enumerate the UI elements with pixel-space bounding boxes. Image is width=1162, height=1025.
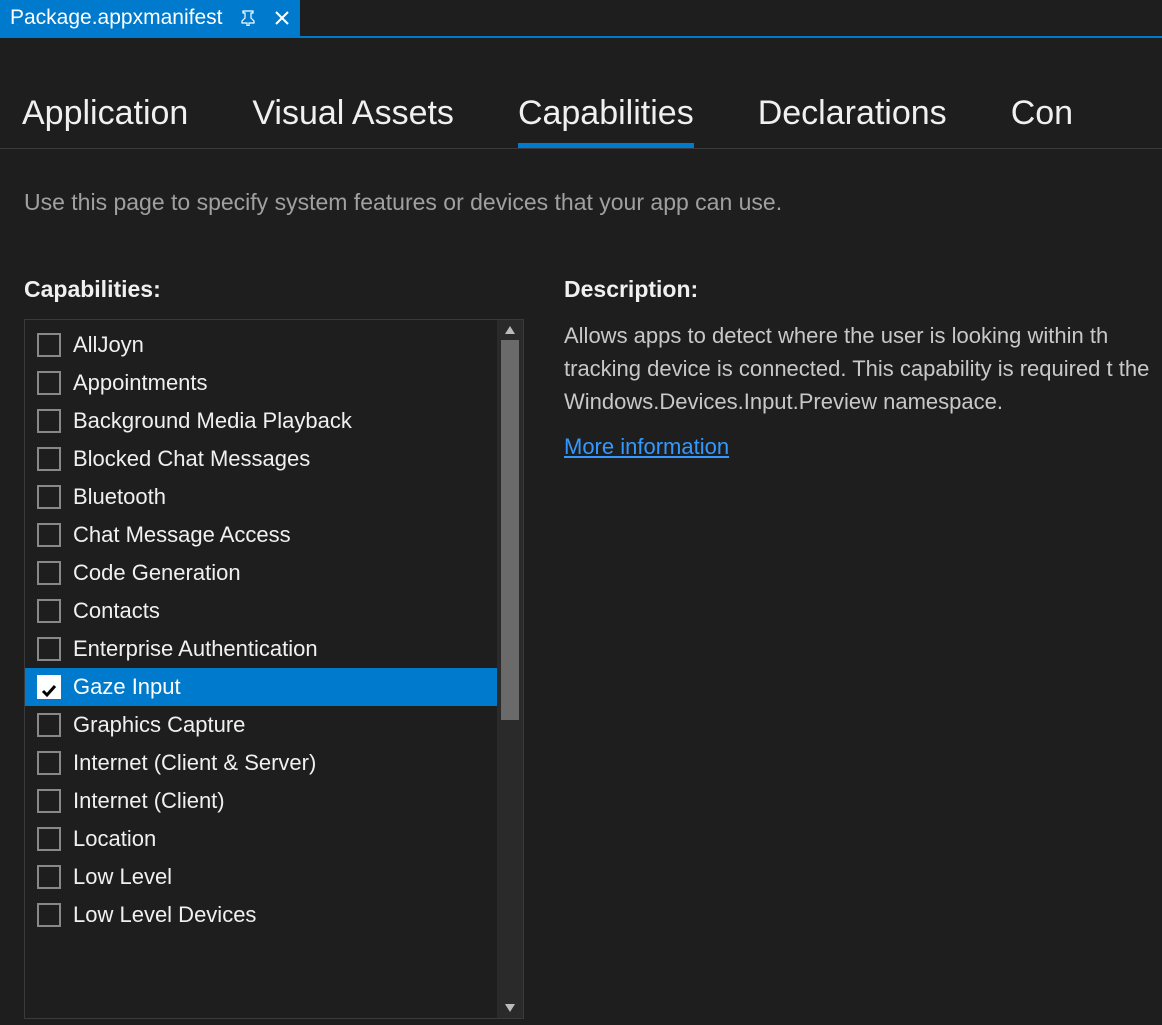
document-tab-title: Package.appxmanifest [10, 6, 222, 30]
capability-label: Background Media Playback [73, 408, 352, 434]
capability-item[interactable]: Contacts [25, 592, 523, 630]
capability-label: Blocked Chat Messages [73, 446, 310, 472]
capability-label: Graphics Capture [73, 712, 245, 738]
manifest-nav-tabs: Application Visual Assets Capabilities D… [0, 38, 1162, 149]
capability-label: Chat Message Access [73, 522, 291, 548]
capability-item[interactable]: Low Level Devices [25, 896, 523, 934]
capabilities-header: Capabilities: [24, 276, 524, 303]
capability-item[interactable]: Low Level [25, 858, 523, 896]
capability-item[interactable]: AllJoyn [25, 326, 523, 364]
scroll-up-arrow[interactable] [497, 320, 523, 340]
capability-label: Location [73, 826, 156, 852]
capability-checkbox[interactable] [37, 637, 61, 661]
capabilities-listbox: AllJoyn Appointments Background Media Play… [24, 319, 524, 1019]
tab-capabilities[interactable]: Capabilities [518, 94, 694, 148]
capability-checkbox[interactable] [37, 751, 61, 775]
capability-label: Contacts [73, 598, 160, 624]
capability-label: Internet (Client) [73, 788, 225, 814]
capability-item[interactable]: Appointments [25, 364, 523, 402]
capability-item[interactable]: Chat Message Access [25, 516, 523, 554]
page-intro-text: Use this page to specify system features… [0, 149, 1162, 216]
capability-label: Low Level Devices [73, 902, 256, 928]
description-column: Description: Allows apps to detect where… [564, 276, 1162, 1019]
document-tabbar: Package.appxmanifest [0, 0, 1162, 38]
capability-checkbox[interactable] [37, 789, 61, 813]
capability-label: Appointments [73, 370, 208, 396]
capability-checkbox[interactable] [37, 485, 61, 509]
main-content: Capabilities: AllJoyn Appointments Backgro… [0, 216, 1162, 1019]
capability-label: AllJoyn [73, 332, 144, 358]
capability-checkbox[interactable] [37, 523, 61, 547]
capability-item[interactable]: Location [25, 820, 523, 858]
capability-item[interactable]: Graphics Capture [25, 706, 523, 744]
capability-label: Internet (Client & Server) [73, 750, 316, 776]
scroll-thumb[interactable] [501, 340, 519, 720]
tab-content-uris[interactable]: Con [1011, 94, 1073, 148]
capability-label: Enterprise Authentication [73, 636, 318, 662]
close-icon[interactable] [274, 10, 290, 26]
capability-label: Code Generation [73, 560, 241, 586]
capabilities-list: AllJoyn Appointments Background Media Play… [25, 320, 523, 940]
capability-item[interactable]: Enterprise Authentication [25, 630, 523, 668]
more-info-link[interactable]: More information [564, 434, 729, 460]
scroll-down-arrow[interactable] [497, 998, 523, 1018]
capability-checkbox[interactable] [37, 371, 61, 395]
check-icon [41, 679, 57, 695]
pin-icon[interactable] [240, 10, 256, 26]
capability-item[interactable]: Gaze Input [25, 668, 523, 706]
capability-checkbox[interactable] [37, 333, 61, 357]
capability-label: Gaze Input [73, 674, 181, 700]
capability-checkbox[interactable] [37, 447, 61, 471]
tab-visual-assets[interactable]: Visual Assets [252, 94, 454, 148]
capability-item[interactable]: Background Media Playback [25, 402, 523, 440]
tab-declarations[interactable]: Declarations [758, 94, 947, 148]
capability-checkbox[interactable] [37, 827, 61, 851]
description-header: Description: [564, 276, 1162, 303]
document-tab-active[interactable]: Package.appxmanifest [0, 0, 300, 36]
capability-item[interactable]: Code Generation [25, 554, 523, 592]
capability-checkbox[interactable] [37, 409, 61, 433]
capability-checkbox[interactable] [37, 865, 61, 889]
capability-item[interactable]: Bluetooth [25, 478, 523, 516]
capability-item[interactable]: Internet (Client & Server) [25, 744, 523, 782]
capability-item[interactable]: Blocked Chat Messages [25, 440, 523, 478]
capability-label: Bluetooth [73, 484, 166, 510]
capabilities-column: Capabilities: AllJoyn Appointments Backgro… [24, 276, 524, 1019]
tab-application[interactable]: Application [22, 94, 188, 148]
capability-checkbox[interactable] [37, 561, 61, 585]
capability-checkbox[interactable] [37, 903, 61, 927]
description-text: Allows apps to detect where the user is … [564, 319, 1162, 418]
capability-checkbox[interactable] [37, 713, 61, 737]
capability-item[interactable]: Internet (Client) [25, 782, 523, 820]
capability-label: Low Level [73, 864, 172, 890]
scrollbar[interactable] [497, 320, 523, 1018]
capability-checkbox[interactable] [37, 599, 61, 623]
capability-checkbox[interactable] [37, 675, 61, 699]
